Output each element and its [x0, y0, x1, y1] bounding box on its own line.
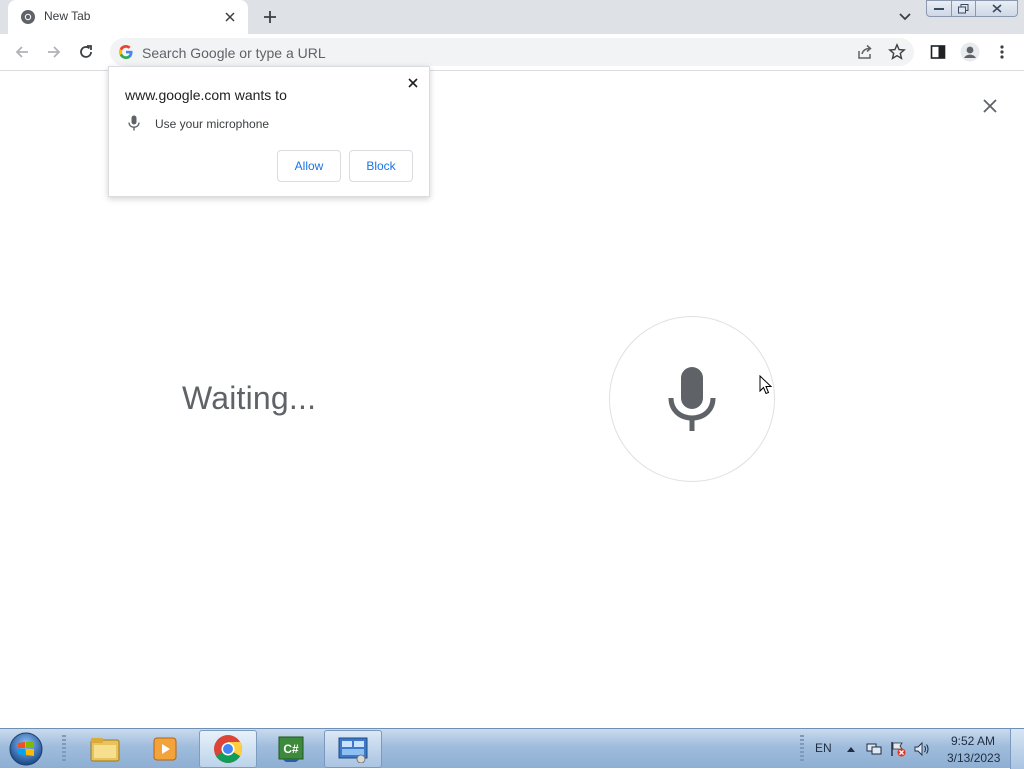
back-button[interactable]	[10, 40, 34, 64]
close-icon	[408, 78, 418, 88]
file-explorer-icon	[90, 738, 120, 762]
control-panel-icon	[338, 737, 368, 763]
windows-start-icon	[9, 732, 43, 766]
star-icon[interactable]	[888, 43, 906, 61]
omnibox[interactable]: Search Google or type a URL	[110, 38, 914, 66]
share-icon[interactable]	[856, 43, 874, 61]
tab-title: New Tab	[44, 9, 91, 23]
window-controls	[926, 0, 1018, 18]
chevron-up-icon	[847, 747, 855, 752]
taskbar-grip	[62, 735, 66, 763]
tray-action-center[interactable]	[890, 741, 906, 757]
allow-button[interactable]: Allow	[277, 150, 341, 182]
tab-search-button[interactable]	[894, 6, 916, 28]
language-indicator[interactable]: EN	[815, 741, 832, 755]
tab-new-tab[interactable]: New Tab	[8, 0, 248, 34]
start-button[interactable]	[6, 731, 46, 767]
windows-taskbar: C# EN 9:52 AM 3/13/2023	[0, 728, 1024, 769]
svg-text:C#: C#	[283, 742, 299, 756]
taskbar-chrome[interactable]	[199, 730, 257, 768]
omnibox-placeholder: Search Google or type a URL	[142, 45, 326, 61]
forward-arrow-icon	[48, 46, 61, 58]
csharp-icon: C#	[278, 736, 304, 762]
voice-status-text: Waiting...	[182, 380, 317, 416]
chrome-icon	[214, 735, 242, 763]
tab-strip: New Tab	[0, 0, 1024, 34]
new-tab-button[interactable]	[258, 5, 282, 29]
media-player-icon	[153, 737, 177, 761]
restore-icon	[958, 3, 969, 13]
taskbar-file-explorer[interactable]	[76, 730, 134, 768]
clock-time[interactable]: 9:52 AM	[951, 734, 995, 748]
google-g-icon	[118, 44, 134, 60]
tray-grip	[800, 735, 804, 763]
kebab-menu-icon	[1000, 45, 1004, 59]
voice-search-close-button[interactable]	[980, 96, 1000, 116]
microphone-icon	[127, 115, 141, 131]
speaker-icon	[914, 741, 929, 757]
back-arrow-icon	[15, 46, 28, 58]
profile-button[interactable]	[958, 40, 982, 64]
tab-close-button[interactable]	[222, 9, 238, 25]
clock-date[interactable]: 3/13/2023	[947, 751, 1000, 765]
close-icon	[983, 99, 997, 113]
tray-network[interactable]	[866, 741, 882, 757]
window-close-button[interactable]	[976, 0, 1018, 17]
profile-icon	[960, 42, 980, 62]
minimize-icon	[934, 7, 944, 10]
network-icon	[866, 743, 882, 755]
taskbar-media-player[interactable]	[136, 730, 194, 768]
permission-popup: www.google.com wants to Use your microph…	[108, 66, 430, 197]
restore-button[interactable]	[952, 0, 976, 17]
menu-button[interactable]	[990, 40, 1014, 64]
forward-button[interactable]	[42, 40, 66, 64]
taskbar-csharp-app[interactable]: C#	[262, 730, 320, 768]
popup-close-button[interactable]	[405, 75, 421, 91]
reload-button[interactable]	[74, 40, 98, 64]
action-center-flag-icon	[891, 742, 906, 757]
side-panel-icon	[930, 45, 946, 59]
chrome-favicon-icon	[20, 9, 36, 25]
minimize-button[interactable]	[926, 0, 952, 17]
close-icon	[991, 4, 1002, 13]
chevron-down-icon	[899, 13, 911, 21]
show-desktop-button[interactable]	[1010, 729, 1024, 769]
taskbar-control-panel[interactable]	[324, 730, 382, 768]
voice-mic-button[interactable]	[609, 316, 775, 482]
mouse-cursor-icon	[759, 374, 773, 395]
side-panel-button[interactable]	[926, 40, 950, 64]
microphone-icon	[668, 367, 716, 431]
tray-volume[interactable]	[914, 741, 930, 757]
show-hidden-icons-button[interactable]	[843, 741, 859, 757]
permission-label: Use your microphone	[155, 117, 270, 131]
reload-icon	[80, 45, 92, 58]
close-icon	[225, 12, 235, 22]
popup-title: www.google.com wants to	[125, 87, 287, 103]
plus-icon	[264, 11, 276, 23]
block-button[interactable]: Block	[349, 150, 413, 182]
